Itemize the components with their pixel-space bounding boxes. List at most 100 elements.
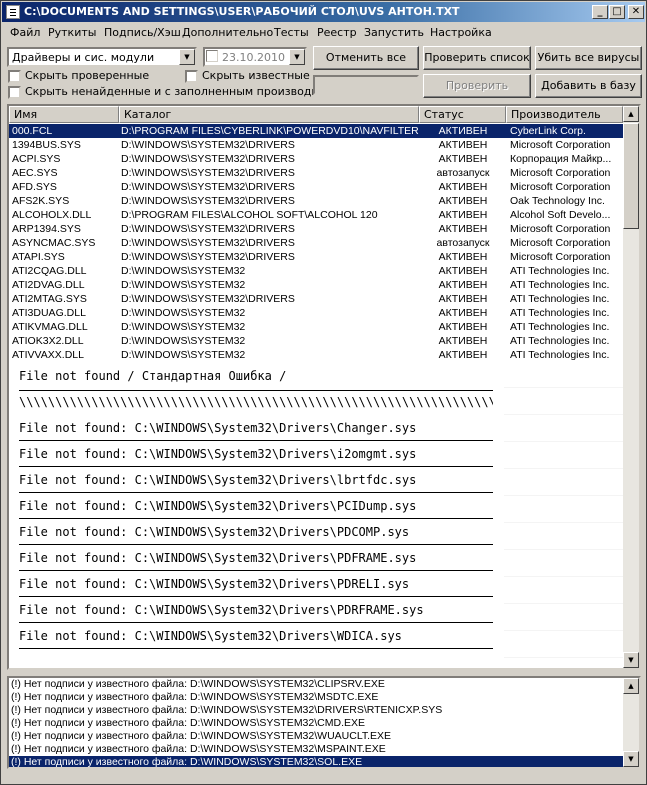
- table-row[interactable]: ATIVVAXX.DLL D:\WINDOWS\SYSTEM32 АКТИВЕН AT…: [9, 348, 623, 362]
- menu-additional[interactable]: Дополнительно: [182, 26, 273, 39]
- scroll-up-icon[interactable]: ▲: [623, 106, 639, 122]
- grid-scrollbar[interactable]: ▲ ▼: [623, 106, 639, 668]
- cell-status: автозапуск: [436, 167, 490, 179]
- log-entry[interactable]: (!) Нет подписи у известного файла: D:\W…: [9, 691, 623, 704]
- date-value: 23.10.2010: [222, 51, 285, 64]
- cell-catalog: D:\WINDOWS\SYSTEM32: [121, 265, 246, 277]
- hide-checked-checkbox[interactable]: [8, 70, 21, 83]
- log-entry[interactable]: (!) Нет подписи у известного файла: D:\W…: [9, 717, 623, 730]
- log-entry[interactable]: (!) Нет подписи у известного файла: D:\W…: [9, 704, 623, 717]
- cancel-all-button[interactable]: Отменить все: [313, 46, 419, 70]
- table-row[interactable]: ATI2CQAG.DLL D:\WINDOWS\SYSTEM32 АКТИВЕН AT…: [9, 264, 623, 278]
- divider: [19, 570, 493, 571]
- cell-status: АКТИВЕН: [438, 139, 488, 151]
- date-checkbox[interactable]: [206, 50, 218, 62]
- add-to-database-button[interactable]: Добавить в базу: [535, 74, 642, 98]
- chevron-down-icon[interactable]: ▼: [179, 49, 195, 65]
- cell-catalog: D:\WINDOWS\SYSTEM32\DRIVERS: [121, 293, 295, 305]
- menu-registry[interactable]: Реестр: [317, 26, 357, 39]
- progress-bar: [313, 75, 419, 95]
- title-bar[interactable]: C:\DOCUMENTS AND SETTINGS\USER\РАБОЧИЙ С…: [2, 2, 645, 22]
- error-line: File not found: C:\WINDOWS\System32\Driv…: [19, 551, 417, 565]
- table-row[interactable]: 000.FCL D:\PROGRAM FILES\CYBERLINK\POWERD…: [9, 124, 623, 138]
- scroll-up-icon[interactable]: ▲: [623, 678, 639, 694]
- kill-all-viruses-button[interactable]: Убить все вирусы: [535, 46, 642, 70]
- cell-catalog: D:\WINDOWS\SYSTEM32\DRIVERS: [121, 167, 295, 179]
- table-row[interactable]: AFD.SYS D:\WINDOWS\SYSTEM32\DRIVERS АКТИВЕ…: [9, 180, 623, 194]
- cell-name: ATIOK3X2.DLL: [12, 335, 84, 347]
- cell-name: ATAPI.SYS: [12, 251, 65, 263]
- table-row[interactable]: ATAPI.SYS D:\WINDOWS\SYSTEM32\DRIVERS АКТИ…: [9, 250, 623, 264]
- cell-status: АКТИВЕН: [438, 279, 488, 291]
- menu-settings[interactable]: Настройка: [430, 26, 492, 39]
- modules-grid: Имя Каталог Статус Производитель 000.FCL…: [7, 104, 641, 670]
- scroll-down-icon[interactable]: ▼: [623, 751, 639, 767]
- chevron-down-icon[interactable]: ▼: [289, 49, 305, 65]
- cell-manufacturer: ATI Technologies Inc.: [510, 321, 610, 333]
- cell-manufacturer: Microsoft Corporation: [510, 237, 611, 249]
- cell-catalog: D:\WINDOWS\SYSTEM32: [121, 349, 246, 361]
- table-row[interactable]: ATI3DUAG.DLL D:\WINDOWS\SYSTEM32 АКТИВЕН AT…: [9, 306, 623, 320]
- cell-name: 1394BUS.SYS: [12, 139, 81, 151]
- main-window: C:\DOCUMENTS AND SETTINGS\USER\РАБОЧИЙ С…: [0, 0, 647, 785]
- log-entry[interactable]: (!) Нет подписи у известного файла: D:\W…: [9, 756, 623, 767]
- check-list-button[interactable]: Проверить список: [423, 46, 531, 70]
- table-row[interactable]: ATIKVMAG.DLL D:\WINDOWS\SYSTEM32 АКТИВЕН AT…: [9, 320, 623, 334]
- table-row[interactable]: ATIOK3X2.DLL D:\WINDOWS\SYSTEM32 АКТИВЕН AT…: [9, 334, 623, 348]
- minimize-button[interactable]: _: [592, 5, 608, 19]
- menu-run[interactable]: Запустить: [364, 26, 424, 39]
- check-catalog-button[interactable]: Проверить каталог: [423, 74, 531, 114]
- column-header-status[interactable]: Статус: [419, 106, 506, 123]
- menu-rootkits[interactable]: Руткиты: [48, 26, 96, 39]
- menu-file[interactable]: Файл: [10, 26, 40, 39]
- cell-catalog: D:\WINDOWS\SYSTEM32\DRIVERS: [121, 181, 295, 193]
- cell-name: ASYNCMAC.SYS: [12, 237, 96, 249]
- log-entry[interactable]: (!) Нет подписи у известного файла: D:\W…: [9, 730, 623, 743]
- table-row[interactable]: ARP1394.SYS D:\WINDOWS\SYSTEM32\DRIVERS АК…: [9, 222, 623, 236]
- cell-status: АКТИВЕН: [438, 321, 488, 333]
- filter-combo[interactable]: Драйверы и сис. модули ▼: [7, 47, 197, 67]
- scroll-down-icon[interactable]: ▼: [623, 652, 639, 668]
- cell-status: АКТИВЕН: [438, 265, 488, 277]
- table-row[interactable]: ATI2DVAG.DLL D:\WINDOWS\SYSTEM32 АКТИВЕН AT…: [9, 278, 623, 292]
- divider: [19, 648, 493, 649]
- column-header-manufacturer[interactable]: Производитель: [506, 106, 623, 123]
- divider: [19, 440, 493, 441]
- cell-status: АКТИВЕН: [438, 181, 488, 193]
- cell-name: ATI2MTAG.SYS: [12, 293, 87, 305]
- table-row[interactable]: 1394BUS.SYS D:\WINDOWS\SYSTEM32\DRIVERS АК…: [9, 138, 623, 152]
- cell-name: ACPI.SYS: [12, 153, 61, 165]
- filter-combo-value: Драйверы и сис. модули: [12, 51, 155, 64]
- cell-status: АКТИВЕН: [438, 153, 488, 165]
- table-row[interactable]: ASYNCMAC.SYS D:\WINDOWS\SYSTEM32\DRIVERS а…: [9, 236, 623, 250]
- scroll-thumb[interactable]: [623, 123, 639, 229]
- menu-tests[interactable]: Тесты: [274, 26, 309, 39]
- log-entry[interactable]: (!) Нет подписи у известного файла: D:\W…: [9, 678, 623, 691]
- table-row[interactable]: ATI2MTAG.SYS D:\WINDOWS\SYSTEM32\DRIVERS А…: [9, 292, 623, 306]
- notepad-icon: [6, 5, 20, 19]
- cell-name: ATI2DVAG.DLL: [12, 279, 85, 291]
- table-row[interactable]: AEC.SYS D:\WINDOWS\SYSTEM32\DRIVERS автоза…: [9, 166, 623, 180]
- column-header-catalog[interactable]: Каталог: [119, 106, 419, 123]
- menu-bar: Файл Руткиты Подпись/Хэш Дополнительно Т…: [2, 23, 645, 43]
- table-row[interactable]: AFS2K.SYS D:\WINDOWS\SYSTEM32\DRIVERS АКТИ…: [9, 194, 623, 208]
- divider: [19, 492, 493, 493]
- table-row[interactable]: ALCOHOLX.DLL D:\PROGRAM FILES\ALCOHOL SOF…: [9, 208, 623, 222]
- menu-signature-hash[interactable]: Подпись/Хэш: [104, 26, 181, 39]
- cell-status: АКТИВЕН: [438, 125, 488, 137]
- cell-manufacturer: ATI Technologies Inc.: [510, 349, 610, 361]
- maximize-button[interactable]: □: [609, 5, 625, 19]
- table-row[interactable]: ACPI.SYS D:\WINDOWS\SYSTEM32\DRIVERS АКТИВ…: [9, 152, 623, 166]
- log-scrollbar[interactable]: ▲ ▼: [623, 678, 639, 767]
- cell-catalog: D:\WINDOWS\SYSTEM32: [121, 321, 246, 333]
- cell-manufacturer: CyberLink Corp.: [510, 125, 586, 137]
- hide-known-label: Скрыть известные: [202, 69, 310, 82]
- cell-catalog: D:\WINDOWS\SYSTEM32: [121, 335, 246, 347]
- hide-known-checkbox[interactable]: [185, 70, 198, 83]
- close-button[interactable]: ✕: [628, 5, 644, 19]
- log-entry[interactable]: (!) Нет подписи у известного файла: D:\W…: [9, 743, 623, 756]
- date-picker[interactable]: 23.10.2010 ▼: [203, 47, 307, 67]
- column-header-name[interactable]: Имя: [9, 106, 119, 123]
- error-line: File not found: C:\WINDOWS\System32\Driv…: [19, 577, 410, 591]
- hide-unfound-checkbox[interactable]: [8, 86, 21, 99]
